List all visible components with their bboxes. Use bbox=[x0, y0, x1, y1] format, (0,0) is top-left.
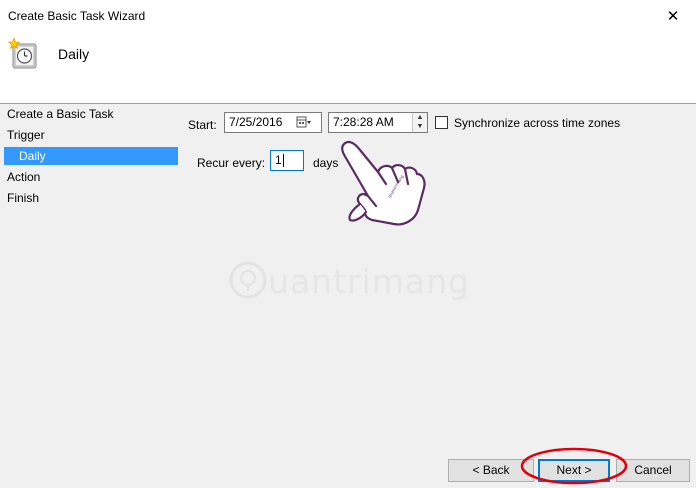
spin-down-icon[interactable]: ▼ bbox=[413, 122, 427, 131]
start-label: Start: bbox=[188, 118, 217, 132]
recur-days-value: 1 bbox=[275, 153, 282, 167]
watermark-logo-icon bbox=[229, 261, 267, 299]
step-trigger[interactable]: Trigger bbox=[7, 126, 45, 144]
step-daily[interactable]: Daily bbox=[4, 147, 178, 165]
sync-timezones-label[interactable]: Synchronize across time zones bbox=[454, 116, 620, 130]
recur-unit-label: days bbox=[313, 156, 339, 170]
page-title: Daily bbox=[58, 46, 90, 62]
sync-timezones-checkbox[interactable] bbox=[435, 116, 448, 129]
title-bar: Create Basic Task Wizard ✕ bbox=[0, 0, 696, 31]
recur-days-input[interactable]: 1 bbox=[270, 150, 304, 171]
start-date-picker[interactable]: 7/25/2016 bbox=[224, 112, 322, 133]
close-icon: ✕ bbox=[666, 7, 680, 25]
calendar-dropdown-icon[interactable] bbox=[296, 115, 312, 130]
watermark: uantrimang bbox=[228, 256, 469, 306]
step-finish[interactable]: Finish bbox=[7, 189, 39, 207]
pointing-hand-icon: quantrimang bbox=[341, 140, 426, 226]
spin-up-icon[interactable]: ▲ bbox=[413, 113, 427, 122]
highlight-ellipse bbox=[520, 447, 628, 485]
step-action[interactable]: Action bbox=[7, 168, 40, 186]
recur-every-label: Recur every: bbox=[197, 156, 266, 170]
window-title: Create Basic Task Wizard bbox=[8, 9, 146, 23]
close-button[interactable]: ✕ bbox=[650, 0, 696, 31]
start-time-field[interactable]: 7:28:28 AM ▲ ▼ bbox=[328, 112, 428, 133]
start-time-value: 7:28:28 AM bbox=[333, 115, 394, 129]
start-date-value: 7/25/2016 bbox=[229, 115, 283, 129]
step-create-basic-task[interactable]: Create a Basic Task bbox=[7, 105, 114, 123]
wizard-header: Daily bbox=[0, 31, 696, 103]
task-scheduler-clock-icon bbox=[8, 38, 37, 69]
watermark-text: uantrimang bbox=[268, 262, 470, 301]
time-spinner[interactable]: ▲ ▼ bbox=[412, 113, 427, 132]
text-caret bbox=[282, 154, 284, 168]
wizard-step-list: Create a Basic Task Trigger Daily Action… bbox=[0, 104, 182, 450]
